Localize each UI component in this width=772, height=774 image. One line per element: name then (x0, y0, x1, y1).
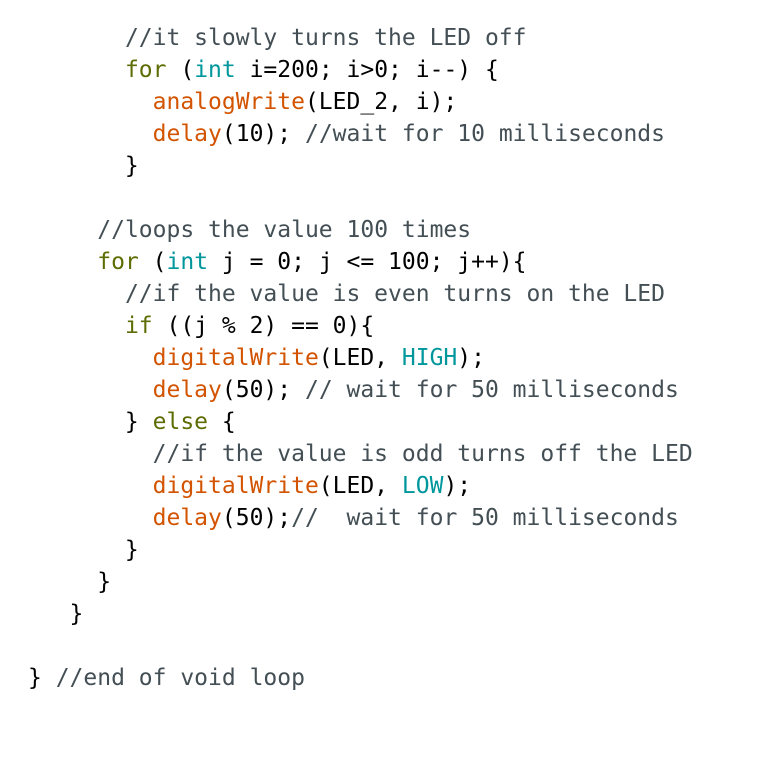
code-line: digitalWrite(LED, HIGH); (28, 342, 693, 374)
code-comment: //if the value is odd turns off the LED (152, 441, 693, 467)
code-keyword: else (152, 409, 209, 435)
code-line: } (28, 598, 693, 630)
code-text: } (28, 153, 139, 179)
code-text: ( (138, 249, 167, 275)
code-line: delay(10); //wait for 10 milliseconds (28, 118, 693, 150)
code-line: delay(50); // wait for 50 milliseconds (28, 374, 693, 406)
code-type: LOW (401, 473, 444, 499)
code-line: } (28, 534, 693, 566)
code-line: delay(50);// wait for 50 milliseconds (28, 502, 693, 534)
code-line: } (28, 150, 693, 182)
code-comment: //loops the value 100 times (97, 217, 472, 243)
code-type: HIGH (401, 345, 458, 371)
code-function: digitalWrite (152, 473, 319, 499)
code-text: } (28, 601, 84, 627)
code-line: } (28, 566, 693, 598)
code-function: digitalWrite (152, 345, 319, 371)
code-line: for (int j = 0; j <= 100; j++){ (28, 246, 693, 278)
code-text: (50); (221, 505, 292, 531)
code-comment: // wait for 50 milliseconds (304, 377, 679, 403)
code-text: (50); (221, 377, 305, 403)
code-line: } else { (28, 406, 693, 438)
code-keyword: for (97, 249, 139, 275)
code-line: //loops the value 100 times (28, 214, 693, 246)
code-text: (LED, (318, 345, 402, 371)
code-keyword: if (124, 313, 153, 339)
code-text: ); (457, 345, 485, 371)
code-text: (10); (221, 121, 305, 147)
code-line: //it slowly turns the LED off (28, 22, 693, 54)
code-line: digitalWrite(LED, LOW); (28, 470, 693, 502)
code-block: //it slowly turns the LED off for (int i… (28, 22, 693, 694)
code-line: for (int i=200; i>0; i--) { (28, 54, 693, 86)
code-text: } (28, 537, 139, 563)
code-text: ); (443, 473, 472, 499)
code-comment: //end of void loop (55, 665, 305, 691)
code-text: } (28, 569, 112, 595)
code-text: { (208, 409, 236, 435)
code-comment: //it slowly turns the LED off (124, 25, 527, 51)
code-text: (LED, (318, 473, 402, 499)
code-line: analogWrite(LED_2, i); (28, 86, 693, 118)
code-text: i=200; i>0; i--) { (235, 57, 499, 83)
code-text: (LED_2, i); (304, 89, 458, 115)
code-text: } (28, 409, 153, 435)
code-text: } (28, 665, 56, 691)
code-function: delay (152, 121, 222, 147)
code-function: delay (152, 505, 222, 531)
code-text: ((j % 2) == 0){ (152, 313, 375, 339)
code-type: int (194, 57, 236, 83)
code-function: delay (152, 377, 222, 403)
code-text: j = 0; j <= 100; j++){ (208, 249, 527, 275)
code-comment: //wait for 10 milliseconds (304, 121, 665, 147)
code-line: //if the value is odd turns off the LED (28, 438, 693, 470)
code-function: analogWrite (152, 89, 305, 115)
code-comment: // wait for 50 milliseconds (291, 505, 679, 531)
code-keyword: for (124, 57, 167, 83)
code-line: } //end of void loop (28, 662, 693, 694)
code-comment: //if the value is even turns on the LED (124, 281, 665, 307)
code-text: ( (166, 57, 195, 83)
code-line: if ((j % 2) == 0){ (28, 310, 693, 342)
code-line: //if the value is even turns on the LED (28, 278, 693, 310)
code-type: int (166, 249, 209, 275)
